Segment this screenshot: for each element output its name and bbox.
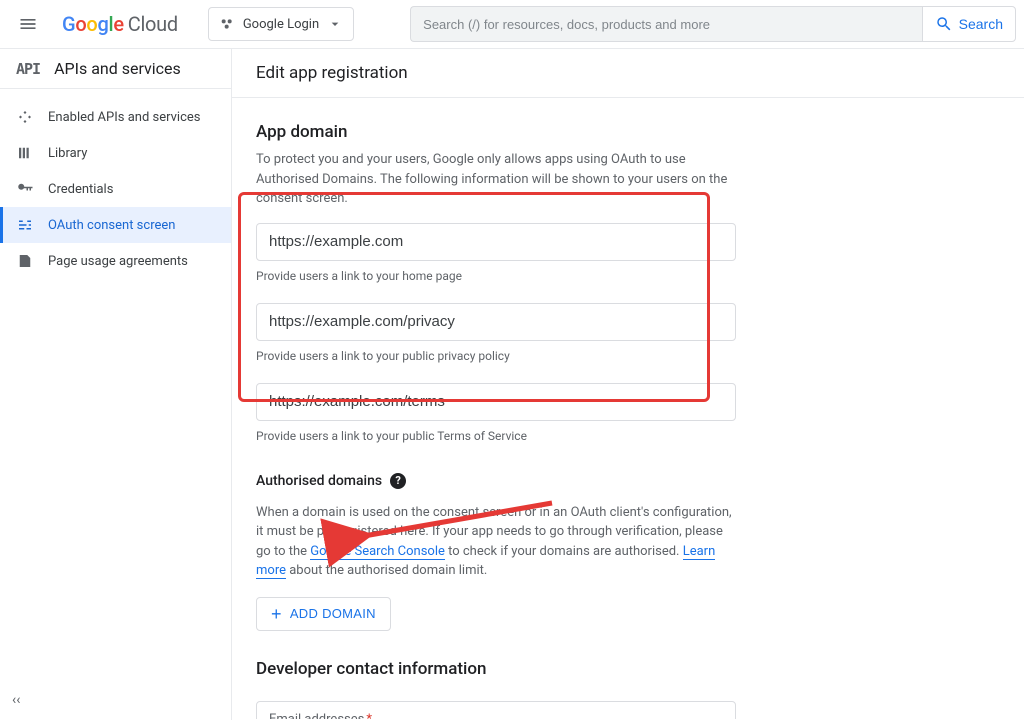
project-selector[interactable]: Google Login xyxy=(208,7,354,41)
sidebar-item-label: Enabled APIs and services xyxy=(48,110,201,125)
app-domain-heading: App domain xyxy=(256,122,736,142)
api-mark: API xyxy=(16,60,40,78)
credentials-icon xyxy=(16,180,34,198)
library-icon xyxy=(16,144,34,162)
email-addresses-input[interactable]: Email addresses* xyxy=(256,701,736,720)
section-authorised-domains: Authorised domains ? When a domain is us… xyxy=(256,473,736,631)
dev-contact-heading: Developer contact information xyxy=(256,659,736,679)
add-domain-label: ADD DOMAIN xyxy=(290,606,376,621)
sidebar-item-label: OAuth consent screen xyxy=(48,218,175,233)
help-icon[interactable]: ? xyxy=(390,473,406,489)
sidebar-nav: Enabled APIs and services Library Creden… xyxy=(0,89,231,279)
enabled-apis-icon xyxy=(16,108,34,126)
project-name: Google Login xyxy=(243,17,319,32)
sidebar-item-page-usage[interactable]: Page usage agreements xyxy=(0,243,231,279)
main-header: Edit app registration xyxy=(232,49,1024,98)
app-domain-desc: To protect you and your users, Google on… xyxy=(256,150,736,209)
sidebar-item-library[interactable]: Library xyxy=(0,135,231,171)
sidebar-item-enabled-apis[interactable]: Enabled APIs and services xyxy=(0,99,231,135)
sidebar: API APIs and services Enabled APIs and s… xyxy=(0,49,232,720)
main-area: Edit app registration App domain To prot… xyxy=(232,49,1024,720)
sidebar-item-label: Library xyxy=(48,146,87,161)
search-container: Search xyxy=(410,6,1016,42)
page-usage-icon xyxy=(16,252,34,270)
section-app-domain: App domain To protect you and your users… xyxy=(256,122,736,445)
search-icon xyxy=(935,15,953,33)
link-search-console[interactable]: Google Search Console xyxy=(310,544,445,560)
collapse-sidebar[interactable]: ‹‹ xyxy=(12,692,20,708)
google-cloud-logo[interactable]: Google Cloud xyxy=(56,12,184,36)
email-label: Email addresses xyxy=(269,712,364,720)
search-button[interactable]: Search xyxy=(922,6,1016,42)
sidebar-item-label: Credentials xyxy=(48,182,113,197)
dropdown-icon xyxy=(327,16,343,32)
homepage-input[interactable] xyxy=(256,223,736,261)
auth-domains-heading: Authorised domains xyxy=(256,473,382,489)
section-developer-contact: Developer contact information Email addr… xyxy=(256,659,736,720)
project-icon xyxy=(219,16,235,32)
sidebar-title: APIs and services xyxy=(54,59,181,78)
sidebar-item-credentials[interactable]: Credentials xyxy=(0,171,231,207)
top-bar: Google Cloud Google Login Search xyxy=(0,0,1024,48)
search-box[interactable] xyxy=(410,6,921,42)
oauth-consent-icon xyxy=(16,216,34,234)
privacy-helper: Provide users a link to your public priv… xyxy=(256,347,736,365)
field-privacy: Provide users a link to your public priv… xyxy=(256,303,736,365)
field-terms: Provide users a link to your public Term… xyxy=(256,383,736,445)
homepage-helper: Provide users a link to your home page xyxy=(256,267,736,285)
sidebar-header[interactable]: API APIs and services xyxy=(0,49,231,89)
terms-input[interactable] xyxy=(256,383,736,421)
auth-domains-desc: When a domain is used on the consent scr… xyxy=(256,503,736,581)
sidebar-item-label: Page usage agreements xyxy=(48,254,188,269)
privacy-input[interactable] xyxy=(256,303,736,341)
hamburger-menu[interactable] xyxy=(8,4,48,44)
terms-helper: Provide users a link to your public Term… xyxy=(256,427,736,445)
sidebar-item-oauth-consent[interactable]: OAuth consent screen xyxy=(0,207,231,243)
search-button-label: Search xyxy=(959,16,1003,32)
page-title: Edit app registration xyxy=(256,63,1000,83)
menu-icon xyxy=(18,14,38,34)
add-domain-button[interactable]: + ADD DOMAIN xyxy=(256,597,391,631)
main-content: App domain To protect you and your users… xyxy=(232,98,1024,719)
field-homepage: Provide users a link to your home page xyxy=(256,223,736,285)
logo-cloud-text: Cloud xyxy=(128,12,178,36)
plus-icon: + xyxy=(271,605,282,623)
search-input[interactable] xyxy=(423,17,909,32)
required-asterisk: * xyxy=(366,712,372,720)
